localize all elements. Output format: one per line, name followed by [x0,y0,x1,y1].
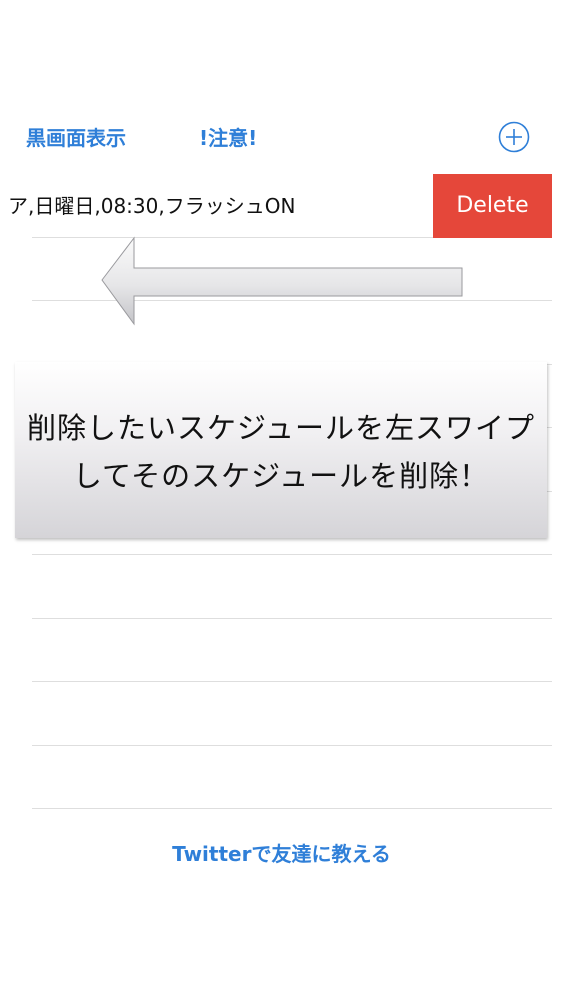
black-screen-button[interactable]: 黒画面表示 [26,122,126,154]
hint-line-1: 削除したいスケジュールを左スワイプ [27,411,535,445]
row-separator [32,618,552,619]
swipe-hint-box: 削除したいスケジュールを左スワイプ してそのスケジュールを削除！ [15,362,547,538]
row-separator [32,681,552,682]
plus-circle-icon [498,121,530,153]
left-arrow-icon [101,236,463,326]
row-separator [32,554,552,555]
row-separator [32,808,552,809]
delete-button[interactable]: Delete [433,174,552,238]
schedule-row[interactable]: ア,日曜日,08:30,フラッシュON Delete [0,174,563,238]
twitter-share-link[interactable]: Twitterで友達に教える [0,838,563,870]
hint-line-2: してそのスケジュールを削除！ [72,459,490,493]
caution-button[interactable]: !注意! [199,122,257,154]
schedule-row-text: ア,日曜日,08:30,フラッシュON [8,194,296,218]
row-separator [32,745,552,746]
add-schedule-button[interactable] [498,121,530,153]
